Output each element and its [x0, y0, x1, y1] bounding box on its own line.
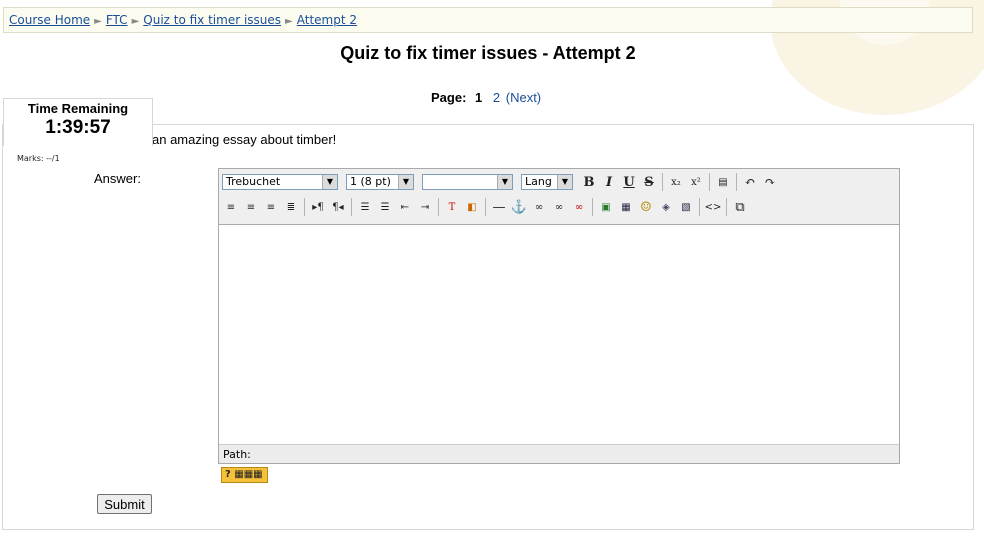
paste-word-icon[interactable]: ▤	[713, 172, 733, 192]
subscript-icon[interactable]: x₂	[666, 172, 686, 192]
anchor-icon[interactable]: ⚓	[509, 197, 529, 217]
paging-bar: Page: 1 2 (Next)	[431, 90, 541, 105]
size-select[interactable]: 1 (8 pt) ▼	[346, 174, 414, 190]
chevron-down-icon: ▼	[398, 175, 413, 189]
underline-icon[interactable]: U	[619, 172, 639, 192]
smiley-icon[interactable]: ☺	[636, 197, 656, 217]
lang-select[interactable]: Lang ▼	[521, 174, 573, 190]
editor-path-bar: Path:	[219, 444, 899, 463]
toolbar-separator	[438, 198, 439, 216]
answer-label: Answer:	[94, 171, 141, 186]
paging-label: Page:	[431, 90, 467, 105]
unlink-icon[interactable]: ∞	[549, 197, 569, 217]
submit-button[interactable]: Submit	[97, 494, 152, 514]
italic-icon[interactable]: I	[599, 172, 619, 192]
breadcrumb-separator: ►	[131, 16, 140, 27]
breadcrumb-quiz[interactable]: Quiz to fix timer issues	[143, 13, 281, 27]
indent-icon[interactable]: ⇥	[415, 197, 435, 217]
question-marks: Marks: --/1	[17, 154, 60, 163]
redo-icon[interactable]: ↷	[760, 172, 780, 192]
breadcrumb-separator: ►	[285, 16, 293, 27]
keyboard-help-icon[interactable]: ? ▦▦▦	[221, 467, 268, 483]
strikethrough-icon[interactable]: S	[639, 172, 659, 192]
editor-toolbar: Trebuchet ▼ 1 (8 pt) ▼ ▼ Lang ▼ B I U S x₂ …	[219, 169, 899, 225]
timer-value: 1:39:57	[45, 117, 111, 138]
size-select-value: 1 (8 pt)	[350, 175, 391, 188]
format-select[interactable]: ▼	[422, 174, 513, 190]
background-color-icon[interactable]: ◧	[462, 197, 482, 217]
paging-current-page: 1	[475, 90, 483, 105]
superscript-icon[interactable]: x²	[686, 172, 706, 192]
fullscreen-icon[interactable]: ⧉	[730, 197, 750, 217]
toolbar-separator	[736, 173, 737, 191]
toolbar-separator	[485, 198, 486, 216]
timer-box: Time Remaining 1:39:57	[3, 98, 153, 146]
toolbar-separator	[592, 198, 593, 216]
paging-next-link[interactable]: (Next)	[506, 90, 541, 105]
align-justify-icon[interactable]: ≣	[281, 197, 301, 217]
toolbar-separator	[699, 198, 700, 216]
unordered-list-icon[interactable]: ☰	[375, 197, 395, 217]
font-select-value: Trebuchet	[226, 175, 281, 188]
breadcrumb-attempt[interactable]: Attempt 2	[297, 13, 357, 27]
search-replace-icon[interactable]: ▧	[676, 197, 696, 217]
undo-icon[interactable]: ↶	[740, 172, 760, 192]
html-editor: Trebuchet ▼ 1 (8 pt) ▼ ▼ Lang ▼ B I U S x₂ …	[218, 168, 900, 464]
horizontal-rule-icon[interactable]: —	[489, 197, 509, 217]
text-color-icon[interactable]: T	[442, 197, 462, 217]
special-char-icon[interactable]: ◈	[656, 197, 676, 217]
toolbar-row-2: ≡ ≡ ≡ ≣ ▸¶ ¶◂ ☰ ☰ ⇤ ⇥ T ◧ — ⚓ ∞ ∞ ∞ ▣ ▦ …	[219, 195, 750, 219]
toolbar-row-1: Trebuchet ▼ 1 (8 pt) ▼ ▼ Lang ▼ B I U S x₂ …	[219, 170, 780, 194]
table-icon[interactable]: ▦	[616, 197, 636, 217]
editor-text-area[interactable]	[219, 225, 899, 444]
lang-select-value: Lang	[525, 175, 552, 188]
path-label: Path:	[223, 448, 251, 461]
ltr-icon[interactable]: ▸¶	[308, 197, 328, 217]
chevron-down-icon: ▼	[322, 175, 337, 189]
chevron-down-icon: ▼	[557, 175, 572, 189]
bold-icon[interactable]: B	[579, 172, 599, 192]
outdent-icon[interactable]: ⇤	[395, 197, 415, 217]
page-title: Quiz to fix timer issues - Attempt 2	[340, 43, 636, 63]
html-source-icon[interactable]: <>	[703, 197, 723, 217]
breadcrumb-course-home[interactable]: Course Home	[9, 13, 90, 27]
align-left-icon[interactable]: ≡	[221, 197, 241, 217]
toolbar-separator	[709, 173, 710, 191]
breadcrumb: Course Home ► FTC ► Quiz to fix timer issues…	[3, 7, 973, 33]
timer-label: Time Remaining	[27, 101, 129, 116]
link-icon[interactable]: ∞	[529, 197, 549, 217]
paging-page-2-link[interactable]: 2	[493, 90, 500, 105]
align-center-icon[interactable]: ≡	[241, 197, 261, 217]
font-select[interactable]: Trebuchet ▼	[222, 174, 338, 190]
chevron-down-icon: ▼	[497, 175, 512, 189]
breadcrumb-ftc[interactable]: FTC	[106, 13, 128, 27]
toolbar-separator	[304, 198, 305, 216]
question-text: an amazing essay about timber!	[152, 132, 337, 147]
toolbar-separator	[351, 198, 352, 216]
ordered-list-icon[interactable]: ☰	[355, 197, 375, 217]
nolink-icon[interactable]: ∞	[569, 197, 589, 217]
breadcrumb-separator: ►	[94, 16, 102, 27]
toolbar-separator	[726, 198, 727, 216]
align-right-icon[interactable]: ≡	[261, 197, 281, 217]
quiz-page: Course Home ► FTC ► Quiz to fix timer issues…	[0, 0, 984, 545]
image-icon[interactable]: ▣	[596, 197, 616, 217]
rtl-icon[interactable]: ¶◂	[328, 197, 348, 217]
toolbar-separator	[662, 173, 663, 191]
